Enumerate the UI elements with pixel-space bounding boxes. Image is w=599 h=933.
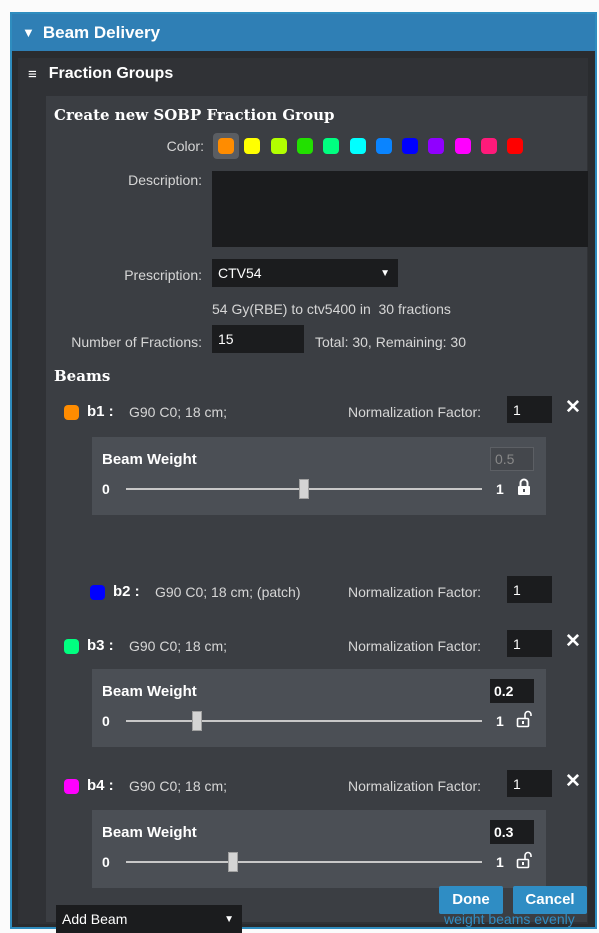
color-swatch[interactable] (270, 138, 287, 154)
beam-color-swatch (90, 585, 105, 600)
normalization-factor-input[interactable]: 1 (507, 630, 552, 657)
remove-beam-close-icon[interactable]: ✕ (565, 770, 581, 793)
lock-open-icon[interactable] (516, 851, 532, 869)
cancel-button[interactable]: Cancel (513, 886, 587, 914)
color-swatch[interactable] (507, 138, 524, 154)
color-swatch[interactable] (349, 138, 366, 154)
num-fractions-label: Number of Fractions: (71, 334, 202, 350)
beam-weight-label: Beam Weight (102, 683, 197, 700)
beam-name: b3 : (87, 637, 114, 654)
color-swatch[interactable] (402, 138, 419, 154)
create-group-title: Create new SOBP Fraction Group (54, 106, 335, 124)
weight-slider-track[interactable] (126, 861, 482, 863)
beam-name: b2 : (113, 583, 140, 600)
fraction-totals: Total: 30, Remaining: 30 (315, 334, 466, 350)
beam-weight-box: Beam Weight 0.3 0 1 (92, 810, 546, 888)
color-swatch[interactable] (454, 138, 471, 154)
color-swatch[interactable] (218, 138, 234, 154)
beam-weight-input[interactable]: 0.3 (490, 820, 534, 844)
slider-max-label: 1 (496, 481, 504, 497)
color-swatch[interactable] (428, 138, 445, 154)
create-fraction-group-panel: Create new SOBP Fraction Group Color: De… (46, 96, 588, 933)
beam-description: G90 C0; 18 cm; (patch) (155, 584, 301, 600)
normalization-factor-input[interactable]: 1 (507, 576, 552, 603)
add-beam-select[interactable]: Add Beam ▼ (56, 905, 242, 933)
prescription-select[interactable]: CTV54 ▼ (212, 259, 398, 287)
chevron-down-icon: ▼ (224, 913, 234, 925)
beam-weight-label: Beam Weight (102, 824, 197, 841)
beam-delivery-header[interactable]: ▼ Beam Delivery (12, 14, 595, 51)
normalization-factor-label: Normalization Factor: (348, 638, 482, 654)
color-swatch[interactable] (323, 138, 340, 154)
beam-description: G90 C0; 18 cm; (129, 638, 228, 654)
beam-weight-label: Beam Weight (102, 451, 197, 468)
slider-max-label: 1 (496, 854, 504, 870)
beams-title: Beams (54, 367, 111, 385)
beam-name: b4 : (87, 777, 114, 794)
slider-min-label: 0 (102, 481, 110, 497)
beam-color-swatch (64, 405, 79, 420)
beam-delivery-window: ▼ Beam Delivery ≡ Fraction Groups Create… (10, 12, 597, 933)
normalization-factor-input[interactable]: 1 (507, 770, 552, 797)
color-swatch[interactable] (375, 138, 392, 154)
color-swatch[interactable] (481, 138, 497, 154)
chevron-down-icon: ▼ (380, 267, 390, 279)
prescription-value: CTV54 (218, 265, 262, 281)
color-label: Color: (166, 138, 204, 154)
weight-slider-thumb[interactable] (192, 711, 203, 731)
menu-icon[interactable]: ≡ (28, 66, 37, 83)
description-field[interactable] (212, 171, 588, 247)
weight-slider-track[interactable] (126, 720, 482, 722)
beam-name: b1 : (87, 403, 114, 420)
beam-color-swatch (64, 639, 79, 654)
beam-description: G90 C0; 18 cm; (129, 404, 228, 420)
slider-max-label: 1 (496, 713, 504, 729)
prescription-info: 54 Gy(RBE) to ctv5400 in 30 fractions (212, 301, 451, 317)
remove-beam-close-icon[interactable]: ✕ (565, 630, 581, 653)
description-label: Description: (128, 172, 202, 188)
normalization-factor-label: Normalization Factor: (348, 404, 482, 420)
fraction-groups-title: Fraction Groups (48, 65, 174, 82)
lock-open-icon[interactable] (516, 710, 532, 728)
color-swatch[interactable] (296, 138, 313, 154)
beam-weight-box: Beam Weight 0.5 0 1 (92, 437, 546, 515)
done-button[interactable]: Done (439, 886, 503, 914)
beam-description: G90 C0; 18 cm; (129, 778, 228, 794)
beam-color-swatch (64, 779, 79, 794)
slider-min-label: 0 (102, 713, 110, 729)
normalization-factor-label: Normalization Factor: (348, 778, 482, 794)
normalization-factor-input[interactable]: 1 (507, 396, 552, 423)
fraction-groups-section: ≡ Fraction Groups Create new SOBP Fracti… (18, 58, 588, 933)
weight-slider-thumb[interactable] (227, 852, 238, 872)
remove-beam-close-icon[interactable]: ✕ (565, 396, 581, 419)
beam-weight-input[interactable]: 0.5 (490, 447, 534, 471)
normalization-factor-label: Normalization Factor: (348, 584, 482, 600)
num-fractions-input[interactable]: 15 (212, 325, 304, 353)
slider-min-label: 0 (102, 854, 110, 870)
color-swatch[interactable] (244, 138, 261, 154)
add-beam-label: Add Beam (62, 911, 128, 927)
lock-closed-icon[interactable] (516, 478, 532, 496)
prescription-label: Prescription: (124, 267, 202, 283)
beam-delivery-title: Beam Delivery (42, 22, 161, 42)
weight-slider-thumb[interactable] (299, 479, 309, 499)
collapse-triangle-icon[interactable]: ▼ (22, 25, 35, 40)
fraction-groups-header: ≡ Fraction Groups (18, 58, 588, 90)
beam-weight-box: Beam Weight 0.2 0 1 (92, 669, 546, 747)
beam-weight-input[interactable]: 0.2 (490, 679, 534, 703)
